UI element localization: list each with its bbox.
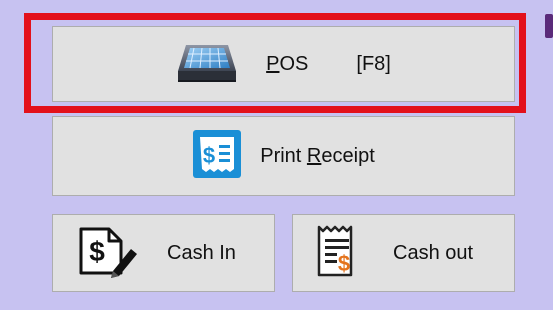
window-edge-mark [545, 14, 553, 38]
pos-button[interactable]: POS [F8] [52, 26, 515, 102]
cash-register-icon [176, 41, 238, 88]
pos-label-rest: OS [279, 52, 309, 75]
window-top-strip [0, 0, 553, 8]
cash-in-label: Cash In [167, 241, 236, 264]
dollar-document-pen-icon: $ [75, 223, 139, 284]
cash-out-label: Cash out [393, 241, 474, 264]
bill-receipt-icon: $ [313, 223, 363, 284]
cash-in-button[interactable]: $ Cash In [52, 214, 275, 292]
print-receipt-mnemonic: R [306, 144, 322, 167]
pos-label: POS [266, 53, 308, 76]
cash-out-button[interactable]: $ Cash out [292, 214, 515, 292]
svg-text:$: $ [89, 236, 105, 267]
svg-text:$: $ [338, 251, 350, 276]
print-receipt-label: Print Receipt [260, 145, 375, 168]
print-receipt-label-rest: eceipt [321, 144, 375, 167]
print-receipt-button[interactable]: $ Print Receipt [52, 116, 515, 196]
pos-shortcut: [F8] [356, 52, 391, 75]
svg-text:$: $ [203, 143, 215, 168]
pos-mnemonic: P [266, 52, 280, 75]
receipt-icon: $ [192, 129, 242, 184]
print-receipt-label-start: Print [260, 144, 307, 167]
